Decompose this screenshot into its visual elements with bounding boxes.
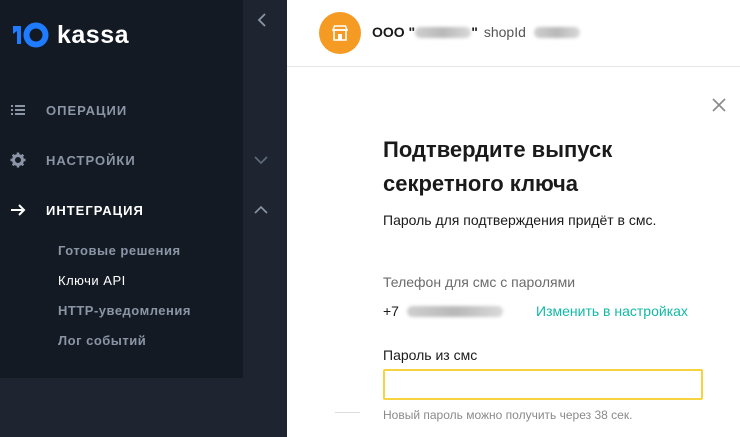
sub-item-api-keys[interactable]: Ключи API <box>58 273 126 288</box>
nav-label-settings: Настройки <box>46 152 136 168</box>
gear-icon <box>10 152 26 168</box>
nav-item-operations[interactable]: Операции <box>0 90 287 130</box>
sub-item-http-notifications[interactable]: HTTP-уведомления <box>58 303 191 318</box>
org-name-close: " <box>471 24 478 40</box>
org-name: ООО " <box>372 24 416 40</box>
chevron-down-icon <box>254 156 268 165</box>
close-icon[interactable] <box>711 97 727 113</box>
phone-label: Телефон для смс с паролями <box>383 274 576 290</box>
chevron-up-icon <box>254 205 268 214</box>
arrow-right-icon <box>11 204 26 216</box>
sidebar-panel <box>0 0 243 378</box>
shop-id-label: shopId <box>483 24 526 40</box>
nav-label-operations: Операции <box>46 102 128 118</box>
shop-icon <box>331 25 349 41</box>
org-name-redacted <box>415 26 472 38</box>
change-in-settings-link[interactable]: Изменить в настройках <box>536 303 688 319</box>
phone-number-redacted <box>406 305 503 317</box>
dialog-title: Подтвердите выпуск секретного ключа <box>383 137 613 196</box>
kassa-logo-icon <box>13 22 49 48</box>
logo[interactable]: kassa <box>11 22 129 48</box>
nav-label-integration: Интеграция <box>46 202 144 218</box>
sidebar: kassa Операции Настройки <box>0 0 287 437</box>
nav-item-settings[interactable]: Настройки <box>0 140 287 180</box>
organization-info[interactable]: ООО " " shopId <box>372 24 580 40</box>
sub-item-event-log[interactable]: Лог событий <box>58 333 146 348</box>
collapse-sidebar-icon[interactable] <box>252 10 272 30</box>
sms-password-input[interactable] <box>383 369 703 400</box>
nav-item-integration[interactable]: Интеграция <box>0 190 287 230</box>
shop-id-redacted <box>533 26 580 38</box>
header: ООО " " shopId <box>287 0 740 67</box>
phone-value: +7 <box>383 303 503 319</box>
divider <box>335 412 360 413</box>
sub-item-ready-solutions[interactable]: Готовые решения <box>58 243 181 258</box>
logo-text: kassa <box>57 21 130 49</box>
dialog-subtitle: Пароль для подтверждения придёт в смс. <box>383 212 657 228</box>
phone-prefix: +7 <box>383 303 399 319</box>
shop-avatar[interactable] <box>319 12 361 54</box>
list-icon <box>11 105 25 115</box>
password-label: Пароль из смс <box>383 347 478 363</box>
resend-hint: Новый пароль можно получить через 38 сек… <box>383 408 633 422</box>
